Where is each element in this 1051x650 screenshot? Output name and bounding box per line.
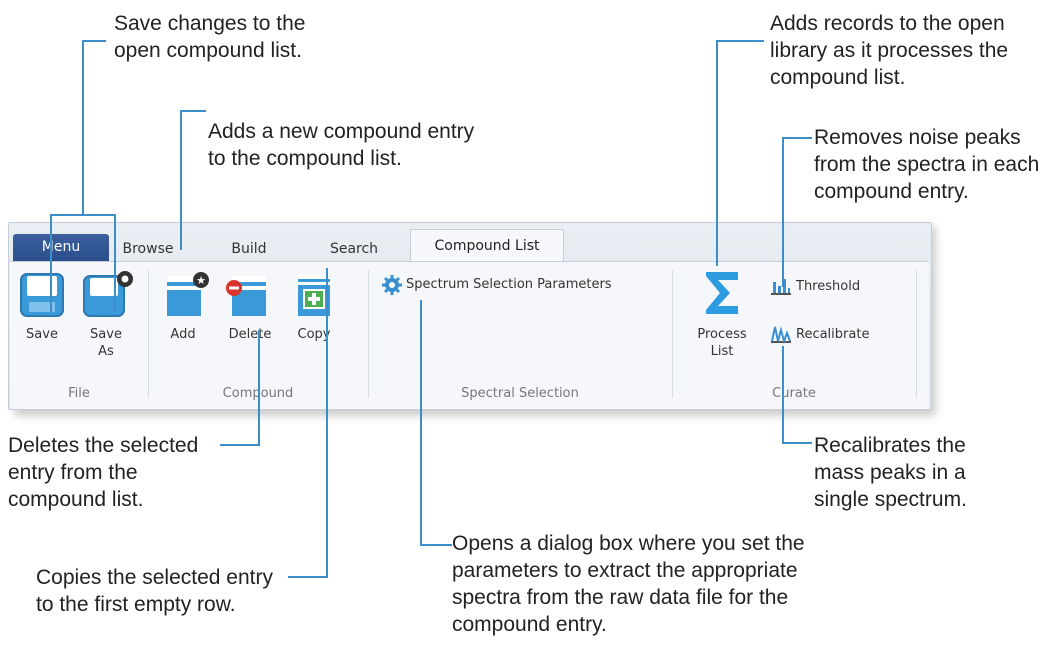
ribbon: Menu Browse Build Search Compound List S… <box>8 222 932 410</box>
ribbon-body: Save Save As File ★ Add Delete Copy Comp… <box>10 261 929 409</box>
add-button[interactable]: Add <box>158 326 208 343</box>
gear-icon[interactable] <box>382 275 402 300</box>
callout-line <box>258 330 260 446</box>
callout-line <box>220 444 260 446</box>
svg-text:★: ★ <box>196 274 206 287</box>
callout-line <box>716 40 718 266</box>
callout-line <box>114 214 116 312</box>
recalibrate-button[interactable]: Recalibrate <box>796 326 896 343</box>
callout-copy: Copies the selected entry to the first e… <box>36 566 273 616</box>
callout-save: Save changes to the open compound list. <box>114 12 306 62</box>
callout-line <box>180 110 182 250</box>
callout-process-list: Adds records to the open library as it p… <box>770 12 1009 89</box>
tab-search[interactable]: Search <box>314 237 394 261</box>
callout-delete: Deletes the selected entry from the comp… <box>8 434 199 511</box>
tab-build[interactable]: Build <box>219 237 279 261</box>
callout-recalibrate: Recalibrates the mass peaks in a single … <box>814 434 967 511</box>
threshold-button[interactable]: Threshold <box>796 278 886 295</box>
sigma-icon[interactable] <box>704 270 742 321</box>
callout-line <box>82 40 106 42</box>
callout-line <box>180 110 206 112</box>
callout-line <box>82 40 84 215</box>
recalibrate-icon[interactable] <box>770 324 792 349</box>
save-as-button[interactable]: Save As <box>78 326 134 360</box>
separator <box>368 270 369 398</box>
save-button[interactable]: Save <box>14 326 70 343</box>
group-label-curate: Curate <box>772 386 816 401</box>
callout-line <box>50 214 116 216</box>
tab-menu[interactable]: Menu <box>13 234 109 261</box>
delete-icon[interactable] <box>224 270 270 323</box>
separator <box>672 270 673 398</box>
separator <box>916 270 917 398</box>
callout-threshold: Removes noise peaks from the spectra in … <box>814 126 1040 203</box>
group-label-file: File <box>68 386 90 401</box>
callout-add: Adds a new compound entry to the compoun… <box>208 120 475 170</box>
separator <box>148 270 149 398</box>
group-label-spectral-selection: Spectral Selection <box>461 386 579 401</box>
delete-button[interactable]: Delete <box>220 326 280 343</box>
callout-line <box>716 40 764 42</box>
callout-line <box>420 544 452 546</box>
add-icon[interactable]: ★ <box>165 270 211 323</box>
process-list-button[interactable]: Process List <box>690 326 754 360</box>
callout-line <box>420 300 422 546</box>
callout-spectrum-selection: Opens a dialog box where you set the par… <box>452 532 805 636</box>
save-icon[interactable] <box>19 272 65 323</box>
threshold-icon[interactable] <box>770 276 792 301</box>
copy-icon[interactable] <box>294 270 334 323</box>
callout-line <box>326 268 328 578</box>
tab-browse[interactable]: Browse <box>113 237 183 261</box>
callout-line <box>288 576 328 578</box>
callout-line <box>782 137 784 287</box>
callout-line <box>782 442 812 444</box>
tab-compound-list[interactable]: Compound List <box>410 229 564 262</box>
ribbon-tabbar: Menu Browse Build Search Compound List <box>9 223 931 262</box>
callout-line <box>782 346 784 444</box>
spectrum-selection-parameters-button[interactable]: Spectrum Selection Parameters <box>406 276 666 293</box>
callout-line <box>782 137 812 139</box>
save-as-icon[interactable] <box>82 270 134 323</box>
callout-line <box>50 214 52 312</box>
copy-button[interactable]: Copy <box>284 326 344 343</box>
